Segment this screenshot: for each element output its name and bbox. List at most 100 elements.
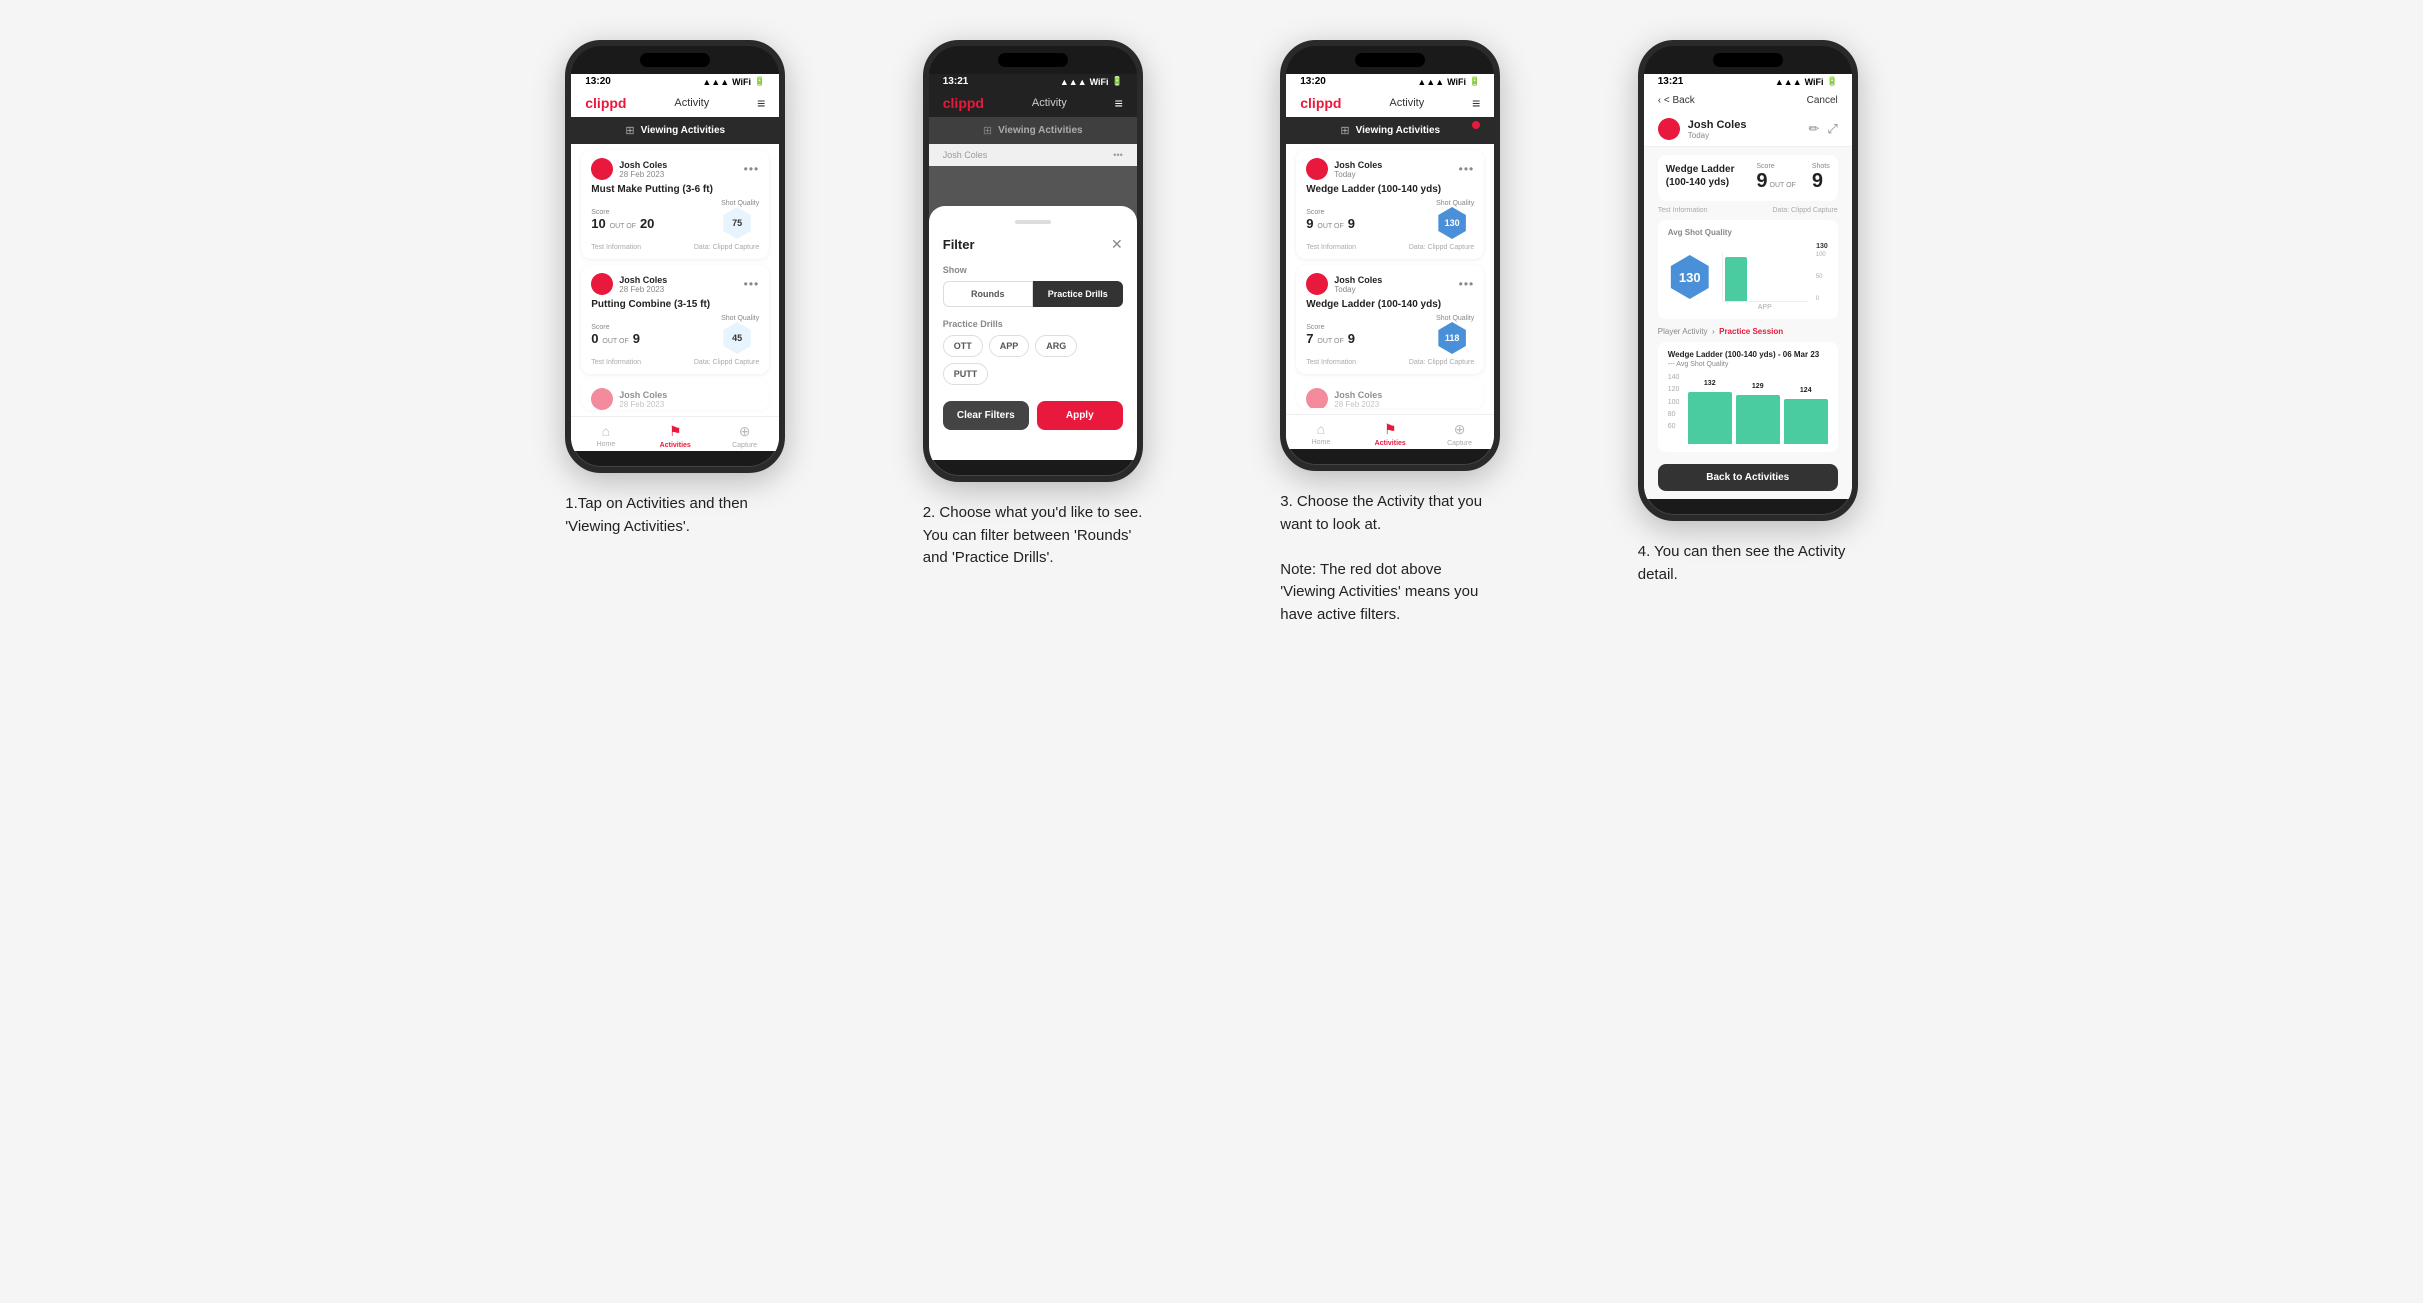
- hamburger-icon-1[interactable]: ≡: [757, 95, 765, 111]
- user-info-3-3: Josh Coles 28 Feb 2023: [1334, 390, 1474, 409]
- quality-hex-3-1: 130: [1436, 207, 1468, 239]
- activity-card-1-2[interactable]: Josh Coles 28 Feb 2023 ••• Putting Combi…: [581, 265, 769, 374]
- quality-hex-1-1: 75: [721, 207, 753, 239]
- score-outof-1-1: OUT OF: [608, 223, 638, 230]
- y-120: 120: [1668, 386, 1680, 393]
- status-bar-3: 13:20 ▲▲▲ WiFi 🔋: [1286, 74, 1494, 89]
- filter-banner-3[interactable]: ⊞ Viewing Activities: [1286, 117, 1494, 144]
- card-stats-3-1: Score 9 OUT OF 9 Shot Quality 130: [1306, 200, 1474, 239]
- shots-value-1-1: 20: [640, 216, 654, 231]
- quality-stat-3-2: Shot Quality 118: [1436, 315, 1474, 354]
- caption-4: 4. You can then see the Activity detail.: [1638, 541, 1858, 586]
- activity-card-1-1[interactable]: Josh Coles 28 Feb 2023 ••• Must Make Put…: [581, 150, 769, 259]
- modal-title: Filter: [943, 237, 975, 252]
- score-outof-1-2: OUT OF: [600, 338, 630, 345]
- shots-label-4: Shots: [1812, 163, 1830, 170]
- app-header-3: clippd Activity ≡: [1286, 89, 1494, 117]
- drills-label: Practice Drills: [943, 319, 1123, 329]
- time-1: 13:20: [585, 76, 611, 87]
- user-date-1-1: 28 Feb 2023: [619, 170, 743, 179]
- battery-icon-2: 🔋: [1112, 76, 1123, 87]
- pill-putt[interactable]: PUTT: [943, 363, 989, 385]
- step-4-column: 13:21 ▲▲▲ WiFi 🔋 ‹ < Back Cancel: [1584, 40, 1912, 586]
- pill-app[interactable]: APP: [989, 335, 1030, 357]
- nav-activities-1[interactable]: ⚑ Activities: [641, 423, 710, 449]
- card-dots-1-2[interactable]: •••: [744, 277, 760, 291]
- score-combined-1-2: 0 OUT OF 9: [591, 331, 640, 346]
- card-dots-3-1[interactable]: •••: [1459, 162, 1475, 176]
- caption-3: 3. Choose the Activity that you want to …: [1280, 491, 1500, 626]
- user-date-3-2: Today: [1334, 285, 1458, 294]
- shots-value-4: 9: [1812, 170, 1830, 193]
- filter-banner-2[interactable]: ⊞ Viewing Activities: [929, 117, 1137, 144]
- card-info-3-1: Test Information Data: Clippd Capture: [1306, 244, 1474, 251]
- info-right-3-2: Data: Clippd Capture: [1409, 359, 1474, 366]
- caption-1: 1.Tap on Activities and then 'Viewing Ac…: [565, 493, 785, 538]
- outof-label: OUT OF: [1770, 182, 1796, 189]
- avatar-3-1: [1306, 158, 1328, 180]
- modal-close-button[interactable]: ✕: [1111, 236, 1123, 253]
- shots-value-3-2: 9: [1348, 331, 1355, 346]
- modal-actions: Clear Filters Apply: [943, 401, 1123, 430]
- score-display: 9 OUT OF: [1756, 170, 1795, 193]
- nav-capture-3[interactable]: ⊕ Capture: [1425, 421, 1494, 447]
- capture-icon-1: ⊕: [739, 423, 751, 440]
- bar-chart-section: Wedge Ladder (100-140 yds) - 06 Mar 23 -…: [1658, 342, 1838, 452]
- card-header-3-2: Josh Coles Today •••: [1306, 273, 1474, 295]
- practice-drills-toggle[interactable]: Practice Drills: [1033, 281, 1123, 307]
- y-60: 60: [1668, 423, 1680, 430]
- detail-user-date: Today: [1688, 131, 1747, 140]
- session-label: Practice Session: [1719, 327, 1783, 336]
- detail-info-row: Test Information Data: Clippd Capture: [1658, 207, 1838, 214]
- back-button[interactable]: ‹ < Back: [1658, 95, 1695, 106]
- hamburger-icon-2[interactable]: ≡: [1115, 95, 1123, 111]
- expand-icon[interactable]: ⤢: [1827, 121, 1837, 137]
- activity-card-3-3[interactable]: Josh Coles 28 Feb 2023: [1296, 380, 1484, 408]
- phone-2: 13:21 ▲▲▲ WiFi 🔋 clippd Activity ≡ ⊞ Vie…: [923, 40, 1143, 482]
- card-dots-1-1[interactable]: •••: [744, 162, 760, 176]
- detail-user-name: Josh Coles: [1688, 119, 1747, 131]
- edit-icon[interactable]: ✏: [1808, 121, 1819, 137]
- hamburger-icon-3[interactable]: ≡: [1472, 95, 1480, 111]
- bar-3: 124: [1784, 399, 1828, 445]
- pill-arg[interactable]: ARG: [1035, 335, 1077, 357]
- activity-card-3-2[interactable]: Josh Coles Today ••• Wedge Ladder (100-1…: [1296, 265, 1484, 374]
- card-title-1-2: Putting Combine (3-15 ft): [591, 299, 759, 310]
- nav-activities-3[interactable]: ⚑ Activities: [1356, 421, 1425, 447]
- filter-banner-1[interactable]: ⊞ Viewing Activities: [571, 117, 779, 144]
- signal-icon-1: ▲▲▲: [702, 77, 729, 87]
- cancel-button[interactable]: Cancel: [1807, 95, 1838, 106]
- notch-pill-4: [1713, 53, 1783, 67]
- nav-home-1[interactable]: ⌂ Home: [571, 423, 640, 449]
- info-line2: Data: Clippd Capture: [1772, 207, 1837, 214]
- bar-chart-title: Wedge Ladder (100-140 yds) - 06 Mar 23: [1668, 350, 1828, 359]
- activity-card-1-3[interactable]: Josh Coles 28 Feb 2023: [581, 380, 769, 410]
- user-name-1-1: Josh Coles: [619, 160, 743, 170]
- quality-label-3-1: Shot Quality: [1436, 200, 1474, 207]
- card-stats-1-1: Score 10 OUT OF 20 Shot Quality 75: [591, 200, 759, 239]
- clear-filters-button[interactable]: Clear Filters: [943, 401, 1029, 430]
- nav-home-3[interactable]: ⌂ Home: [1286, 421, 1355, 447]
- back-activities-button[interactable]: Back to Activities: [1658, 464, 1838, 491]
- card-header-1-1: Josh Coles 28 Feb 2023 •••: [591, 158, 759, 180]
- nav-capture-1[interactable]: ⊕ Capture: [710, 423, 779, 449]
- card-dots-3-2[interactable]: •••: [1459, 277, 1475, 291]
- activity-card-3-1[interactable]: Josh Coles Today ••• Wedge Ladder (100-1…: [1296, 150, 1484, 259]
- pill-ott[interactable]: OTT: [943, 335, 983, 357]
- home-icon-1: ⌂: [602, 423, 610, 439]
- apply-button[interactable]: Apply: [1037, 401, 1123, 430]
- red-dot-3: [1472, 121, 1480, 129]
- rounds-toggle[interactable]: Rounds: [943, 281, 1033, 307]
- filter-icon-1: ⊞: [625, 124, 634, 137]
- status-icons-3: ▲▲▲ WiFi 🔋: [1417, 76, 1480, 87]
- user-info-1-1: Josh Coles 28 Feb 2023: [619, 160, 743, 179]
- dimmed-peek-2: Josh Coles •••: [929, 144, 1137, 166]
- avatar-1-2: [591, 273, 613, 295]
- card-stats-3-2: Score 7 OUT OF 9 Shot Quality 118: [1306, 315, 1474, 354]
- score-label-3-1: Score: [1306, 209, 1355, 216]
- quality-label-1-2: Shot Quality: [721, 315, 759, 322]
- user-name-1-3: Josh Coles: [619, 390, 759, 400]
- user-name-3-1: Josh Coles: [1334, 160, 1458, 170]
- wifi-icon-4: WiFi: [1805, 77, 1824, 87]
- score-combined-1-1: 10 OUT OF 20: [591, 216, 654, 231]
